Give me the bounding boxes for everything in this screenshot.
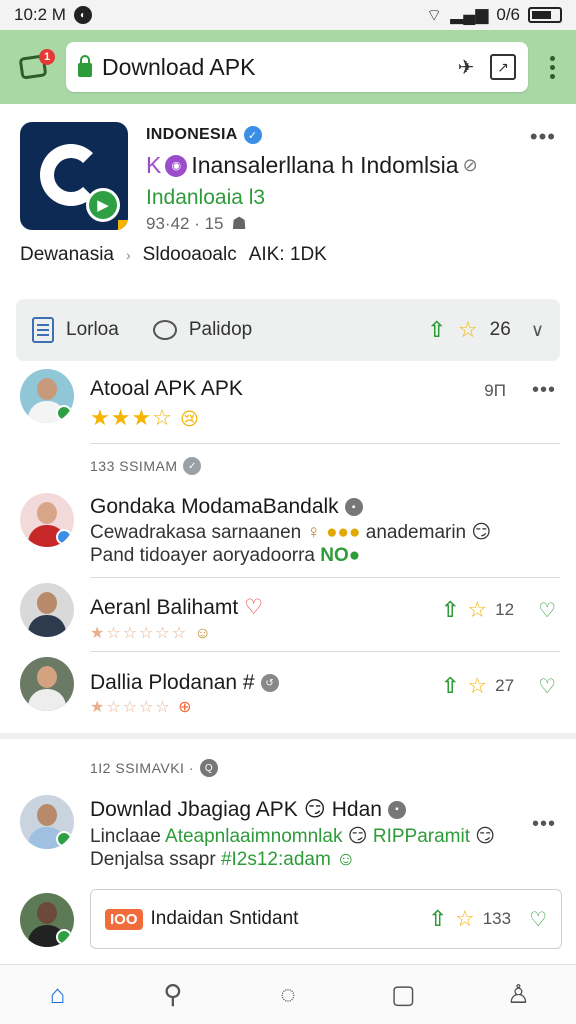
post-text-line-1: Cewadrakasa sarnaanen ♀ ●●● anademarin 😏 (90, 522, 492, 543)
star-icon[interactable]: ☆ (467, 673, 487, 699)
upvote-icon[interactable]: ⇧ (428, 317, 446, 343)
nav-chat-icon[interactable]: ◌ (264, 971, 312, 1019)
post-meta: ⇧ ☆ 27 ♡ (440, 673, 556, 699)
post-text-line-2: Denjalsa ssapr #I2s12:adam ☺ (90, 849, 356, 870)
rating-stars: ★☆☆☆☆ ⊕ (90, 699, 194, 716)
document-icon[interactable] (32, 317, 54, 343)
section-label: 133 SSIMAM ✓ (90, 457, 202, 475)
section-label: 1I2 SSIMAVKI · Q (90, 759, 218, 777)
tabs-button[interactable]: 1 (14, 48, 55, 86)
avatar[interactable] (20, 369, 74, 423)
action-count: 26 (489, 319, 511, 340)
avatar[interactable] (20, 657, 74, 711)
avatar[interactable] (20, 795, 74, 849)
url-text[interactable]: Download APK (102, 54, 442, 81)
comment-input[interactable]: IOO Indaidan Sntidant ⇧ ☆ 133 ♡ (90, 889, 562, 949)
feed: Atooal APK APK ★★★☆ 😢 9П ••• 133 SSIMAM … (0, 361, 576, 961)
share-icon[interactable]: ↗ (490, 54, 516, 80)
action-bar: Lorloa Palidop ⇧ ☆ 26 ∨ (16, 299, 560, 361)
post-author[interactable]: Dallia Plodanan # ↺ (90, 671, 279, 695)
nav-square-icon[interactable]: ▢ (379, 971, 427, 1019)
chevron-right-icon: › (126, 247, 131, 263)
star-icon[interactable]: ☆ (458, 317, 478, 343)
publisher-name[interactable]: INDONESIA ✓ (146, 126, 262, 144)
app-subtitle: Indanloaia l3 (146, 186, 266, 209)
post-author[interactable]: Downlad Jbagiag APK 😏 Hdan ▪ (90, 797, 406, 822)
battery-label: 0/6 (496, 5, 520, 24)
comment-text[interactable]: Indaidan Sntidant (151, 908, 299, 930)
nav-search-icon[interactable]: ⚲ (149, 971, 197, 1019)
notification-icon: ◐ (73, 6, 92, 24)
lock-icon (78, 55, 92, 77)
post-meta: 9П ••• (484, 379, 556, 402)
upvote-icon[interactable]: ⇧ (441, 597, 459, 623)
breadcrumb-item-1[interactable]: Dewanasia (20, 244, 114, 266)
app-meta: 93·42 · 15 ☗ (146, 214, 247, 233)
app-logo[interactable]: ▶ (20, 122, 128, 230)
post-author[interactable]: Aeranl Balihamt ♡ (90, 595, 263, 620)
verified-icon: ✓ (243, 126, 262, 144)
post-author[interactable]: Gondaka ModamaBandalk ▪ (90, 495, 363, 519)
lock-small-icon: ▪ (344, 498, 363, 516)
post-meta: ⇧ ☆ 12 ♡ (440, 597, 556, 623)
like-icon[interactable]: ♡ (538, 598, 556, 623)
upvote-icon[interactable]: ⇧ (429, 906, 447, 932)
chevron-down-icon[interactable]: ∨ (531, 320, 544, 341)
browser-toolbar: 1 Download APK ✈ ↗ (0, 30, 576, 104)
signal-icon: ▂▄▆ (450, 5, 489, 24)
header-more-button[interactable]: ••• (530, 124, 556, 150)
breadcrumb: Dewanasia › Sldooaoalc AIK: 1DK (20, 244, 327, 266)
upvote-icon[interactable]: ⇧ (441, 673, 459, 699)
app-name: K ◉ Inansalerllana h Indomlsia ⊘ (146, 152, 478, 178)
status-bar: 10:2 M ◐ ⌔ ▂▄▆ 0/6 (0, 0, 576, 30)
app-header: ▶ INDONESIA ✓ ••• K ◉ Inansalerllana h I… (0, 104, 576, 299)
status-time: 10:2 M (14, 5, 66, 24)
emoji-k-icon: K (146, 152, 162, 178)
star-icon[interactable]: ☆ (455, 906, 475, 932)
address-bar[interactable]: Download APK ✈ ↗ (66, 42, 528, 92)
post-more-button[interactable]: ••• (532, 813, 556, 836)
check-icon: ✓ (183, 457, 202, 475)
comment-tag: IOO (105, 908, 143, 930)
reply-icon: ↺ (260, 674, 279, 692)
breadcrumb-item-2[interactable]: Sldooaoalc (143, 244, 237, 266)
post-text-line-2: Pand tidoayer aoryadoorra NO● (90, 545, 361, 566)
avatar[interactable] (20, 583, 74, 637)
bottom-navigation: ⌂ ⚲ ◌ ▢ ♙ (0, 964, 576, 1024)
post-more-button[interactable]: ••• (532, 379, 556, 402)
like-icon[interactable]: ♡ (529, 907, 547, 932)
post-text-line-1: Linclaae Ateapnlaaimnomnlak 😏 RIPParamit… (90, 826, 496, 847)
avatar[interactable] (20, 493, 74, 547)
overflow-menu-button[interactable] (542, 55, 562, 79)
pin-icon[interactable]: ✈ (452, 53, 480, 81)
action-item-1[interactable]: Lorloa (66, 319, 119, 341)
chat-icon: Q (200, 759, 218, 777)
lock-small-icon: ▪ (387, 800, 406, 819)
nav-profile-icon[interactable]: ♙ (494, 971, 542, 1019)
rating-stars: ★☆☆☆☆☆ ☺ (90, 625, 213, 642)
comment-icon[interactable] (152, 320, 177, 340)
heart-pin-icon: ♡ (244, 596, 264, 619)
rating-stars: ★★★☆ 😢 (90, 405, 200, 430)
post-author[interactable]: Atooal APK APK (90, 377, 243, 401)
emoji-icon: ◉ (165, 154, 188, 177)
battery-icon (528, 7, 562, 23)
tabs-count-badge: 1 (39, 49, 55, 65)
star-icon[interactable]: ☆ (467, 597, 487, 623)
action-item-2[interactable]: Palidop (189, 319, 252, 341)
breadcrumb-item-3[interactable]: AIK: 1DK (249, 244, 327, 266)
like-icon[interactable]: ♡ (538, 674, 556, 699)
play-icon: ▶ (86, 188, 120, 222)
person-icon: ☗ (231, 214, 247, 233)
edit-icon: ⊘ (462, 155, 478, 175)
nav-home-icon[interactable]: ⌂ (34, 971, 82, 1019)
avatar[interactable] (20, 893, 74, 947)
wifi-icon: ⌔ (426, 5, 443, 25)
